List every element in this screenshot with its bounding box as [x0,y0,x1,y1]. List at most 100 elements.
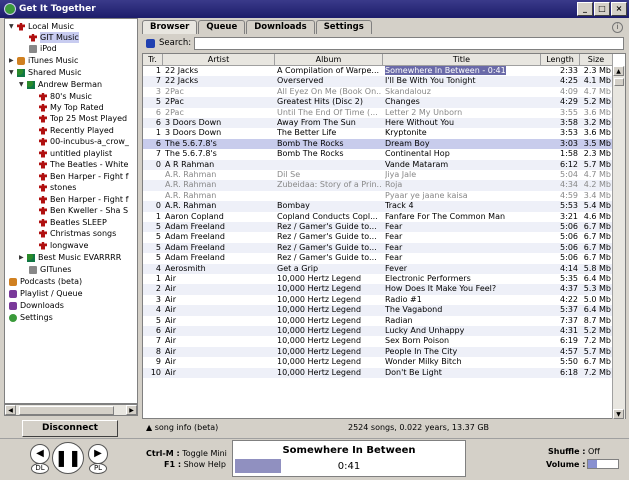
table-row[interactable]: 3 Air 10,000 Hertz Legend Radio #1 4:22 5.0 M… [143,295,613,305]
tree-item[interactable]: stones [39,182,76,193]
tab-settings[interactable]: Settings [315,20,372,34]
table-row[interactable]: 4 Air 10,000 Hertz Legend The Vagabond 5:37 6… [143,305,613,316]
collapse-icon[interactable]: ▼ [19,79,27,90]
table-row[interactable]: A.R. Rahman Dil Se Jiya Jale 5:04 4.7 Mb [143,170,613,180]
scroll-left-arrow-icon[interactable]: ◀ [5,405,16,415]
collapse-icon[interactable]: ▼ [9,21,17,32]
table-row[interactable]: 6 2Pac Until The End Of Time (... Letter 2 … [143,108,613,118]
scroll-right-arrow-icon[interactable]: ▶ [126,405,137,415]
column-header[interactable]: Size [580,54,613,66]
table-row[interactable]: 7 Air 10,000 Hertz Legend Sex Born Poison 6:… [143,336,613,346]
tab-browser[interactable]: Browser [142,20,198,34]
tree-item[interactable]: GITunes [29,264,71,275]
tree-item[interactable]: iPod [29,43,57,54]
table-row[interactable]: 7 22 Jacks Overserved I'll Be With You Toni… [143,76,613,87]
table-row[interactable]: 6 3 Doors Down Away From The Sun Here Witho… [143,118,613,129]
minimize-button[interactable]: _ [577,2,593,16]
tree-item[interactable]: 80's Music [39,91,92,102]
scroll-up-arrow-icon[interactable]: ▲ [613,66,624,76]
scroll-down-arrow-icon[interactable]: ▼ [613,409,624,419]
table-vertical-scrollbar[interactable]: ▲ ▼ [612,66,625,419]
tree-item[interactable]: Podcasts (beta) [9,276,82,287]
table-row[interactable]: 1 Aaron Copland Copland Conducts Copl... Fa… [143,212,613,222]
table-row[interactable]: 6 The 5.6.7.8's Bomb The Rocks Dream Boy 3:0… [143,138,613,150]
table-row[interactable]: 5 Adam Freeland Rez / Gamer's Guide to... F… [143,222,613,233]
table-row[interactable]: 5 Adam Freeland Rez / Gamer's Guide to... F… [143,232,613,242]
tree-item[interactable]: untitled playlist [39,148,112,159]
tree-item[interactable]: Ben Kweller - Sha S [39,205,128,216]
tree-item[interactable]: GIT Music [29,32,79,43]
disconnect-button[interactable]: Disconnect [22,420,118,437]
dl-label[interactable]: DL [31,463,49,474]
tree-item[interactable]: The Beatles - White [39,159,128,170]
table-row[interactable]: 9 Air 10,000 Hertz Legend Wonder Milky Bitc… [143,357,613,367]
tree-item[interactable]: ▼ Shared Music [9,67,81,78]
tree-item[interactable]: Ben Harper - Fight f [39,171,128,182]
tree-item[interactable]: Settings [9,312,53,323]
table-row[interactable]: 1 22 Jacks A Compilation of Warpe... Somewh… [143,66,613,76]
tree-item[interactable]: Christmas songs [39,228,116,239]
tree-item[interactable]: ▶ Best Music EVARRRR [19,252,121,263]
table-row[interactable]: A.R. Rahman Pyaar ye jaane kaisa 4:59 3.4 M… [143,191,613,201]
table-row[interactable]: 4 Aerosmith Get a Grip Fever 4:14 5.8 Mb [143,263,613,274]
table-row[interactable]: 6 Air 10,000 Hertz Legend Lucky And Unhappy… [143,326,613,337]
tree-item[interactable]: My Top Rated [39,102,104,113]
table-row[interactable]: 8 Air 10,000 Hertz Legend People In The Cit… [143,346,613,358]
table-row[interactable]: 5 2Pac Greatest Hits (Disc 2) Changes 4:29 5.… [143,97,613,108]
tree-item[interactable]: ▼ Local Music [9,21,74,32]
expand-icon[interactable]: ▶ [19,252,27,263]
search-input[interactable] [194,36,624,50]
volume-slider[interactable] [587,459,620,469]
table-row[interactable]: 3 2Pac All Eyez On Me (Book On... Skandalou… [143,87,613,97]
expand-icon[interactable]: ▶ [9,55,17,66]
song-info-toggle[interactable]: ▲ song info (beta) [142,423,292,432]
table-row[interactable]: A.R. Rahman Zubeidaa: Story of a Prin... R… [143,180,613,191]
table-row[interactable]: 0 A R Rahman Vande Mataram 6:12 5.7 Mb [143,159,613,170]
tree-item[interactable]: Recently Played [39,125,114,136]
table-row[interactable]: 5 Adam Freeland Rez / Gamer's Guide to... F… [143,242,613,254]
table-cell: 10,000 Hertz Legend [277,326,362,335]
pl-label[interactable]: PL [89,463,107,474]
tree-horizontal-scrollbar[interactable]: ◀ ▶ [4,404,138,416]
table-row[interactable]: 10 Air 10,000 Hertz Legend Don't Be Light 6:… [143,367,613,378]
table-cell: Letter 2 My Unborn [385,107,463,117]
collapse-icon[interactable]: ▼ [9,67,17,78]
column-header[interactable]: Artist [163,54,275,66]
table-row[interactable]: 5 Air 10,000 Hertz Legend Radian 7:37 8.7 Mb [143,316,613,326]
pause-button[interactable]: ❚❚ [52,442,84,474]
table-cell: Changes [385,97,420,107]
tree-item[interactable]: longwave [39,240,88,251]
column-header[interactable]: Length [541,54,580,66]
tree-item[interactable]: ▼ Andrew Berman [19,79,102,90]
maximize-button[interactable]: □ [594,2,610,16]
column-header[interactable]: Album [275,54,383,66]
table-row[interactable]: 5 Adam Freeland Rez / Gamer's Guide to... F… [143,253,613,263]
table-cell: A.R. Rahman [165,180,217,190]
table-row[interactable]: 2 Air 10,000 Hertz Legend How Does It Make … [143,284,613,295]
info-icon[interactable]: i [612,22,623,33]
table-row[interactable]: 1 3 Doors Down The Better Life Kryptonite 3:… [143,128,613,138]
tree-item[interactable]: Playlist / Queue [9,288,83,299]
tree-item[interactable]: Beatles SLEEP [39,217,107,228]
table-cell: 3.6 Mb [583,128,611,138]
tree-item[interactable]: Downloads [9,300,64,311]
column-header[interactable]: Title [383,54,541,66]
scroll-thumb[interactable] [614,78,624,86]
previous-button[interactable]: ◀ [30,444,50,464]
close-button[interactable]: × [611,2,627,16]
tree-item[interactable]: Ben Harper - Fight f [39,194,128,205]
scroll-thumb[interactable] [19,406,114,415]
shuffle-control[interactable]: Shuffle : Off [548,447,600,456]
table-row[interactable]: 7 The 5.6.7.8's Bomb The Rocks Continental … [143,149,613,159]
tree-item[interactable]: 00-incubus-a_crow_ [39,136,129,147]
table-row[interactable]: 1 Air 10,000 Hertz Legend Electronic Perfor… [143,274,613,284]
column-header[interactable]: Tr. [143,54,163,66]
tree-item[interactable]: Top 25 Most Played [39,113,127,124]
tree-item[interactable]: ▶ iTunes Music [9,55,78,66]
source-tree[interactable]: ▼ Local Music GIT Music iPod ▶ iTunes Music ▼ S… [4,18,138,404]
tab-downloads[interactable]: Downloads [246,20,315,34]
next-button[interactable]: ▶ [88,444,108,464]
tab-queue[interactable]: Queue [198,20,246,34]
tree-item-label: untitled playlist [50,149,113,158]
table-row[interactable]: 0 A.R. Rahman Bombay Track 4 5:53 5.4 Mb [143,201,613,212]
